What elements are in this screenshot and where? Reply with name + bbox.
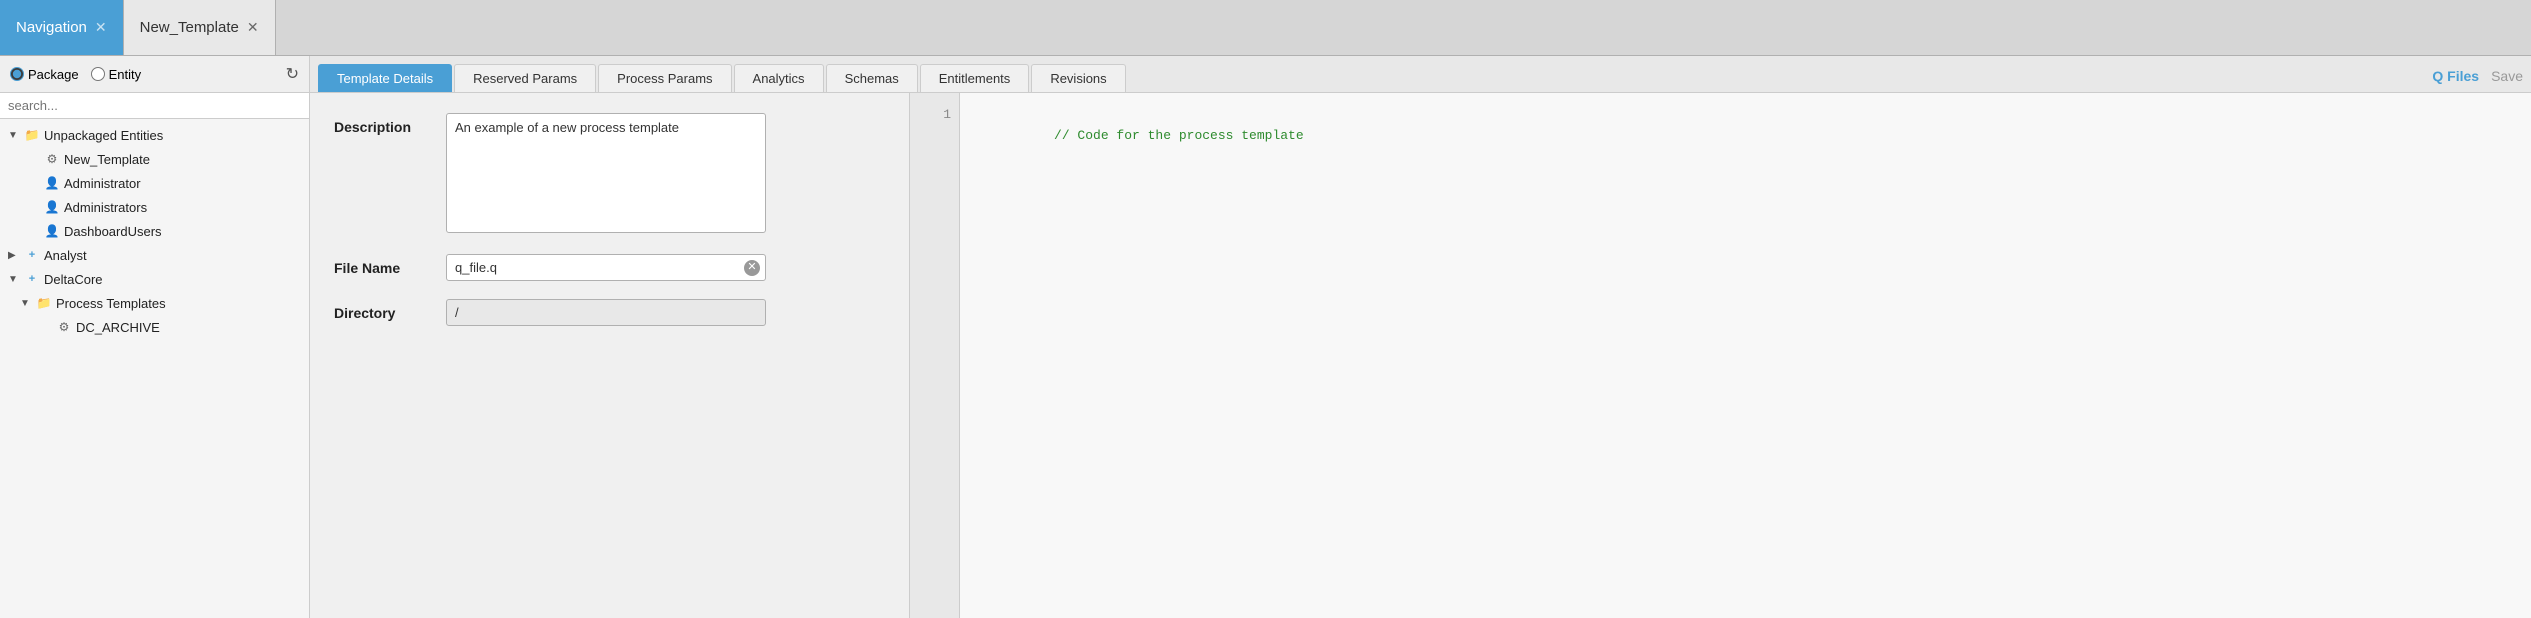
- radio-entity-label: Entity: [109, 67, 142, 82]
- tree-label-administrators: Administrators: [64, 200, 147, 215]
- sub-tab-analytics-label: Analytics: [753, 71, 805, 86]
- sidebar-controls: Package Entity ↻: [0, 56, 309, 93]
- gear-icon-new-template: ⚙: [44, 151, 60, 167]
- sub-tab-bar: Template Details Reserved Params Process…: [310, 56, 2531, 93]
- sub-tab-analytics[interactable]: Analytics: [734, 64, 824, 92]
- radio-package[interactable]: Package: [10, 67, 79, 82]
- folder-icon-unpackaged: 📁: [24, 127, 40, 143]
- radio-entity[interactable]: Entity: [91, 67, 142, 82]
- sub-tab-schemas-label: Schemas: [845, 71, 899, 86]
- template-form: Description An example of a new process …: [310, 93, 910, 618]
- tree-label-new-template: New_Template: [64, 152, 150, 167]
- filename-field-container: ✕: [446, 254, 766, 281]
- code-content[interactable]: // Code for the process template: [960, 93, 2531, 618]
- tree-item-dashboardusers[interactable]: 👤 DashboardUsers: [0, 219, 309, 243]
- arrow-unpackaged: ▼: [8, 130, 20, 141]
- tree-item-analyst[interactable]: ▶ + Analyst: [0, 243, 309, 267]
- right-panel: Template Details Reserved Params Process…: [310, 56, 2531, 618]
- sub-tab-entitlements[interactable]: Entitlements: [920, 64, 1030, 92]
- user-icon-administrator: 👤: [44, 175, 60, 191]
- form-row-filename: File Name ✕: [334, 254, 885, 281]
- right-actions: Q Files Save: [2432, 64, 2523, 92]
- main-layout: Package Entity ↻ ▼ 📁 Unpackaged Entities…: [0, 56, 2531, 618]
- sub-tab-revisions-label: Revisions: [1050, 71, 1106, 86]
- sidebar: Package Entity ↻ ▼ 📁 Unpackaged Entities…: [0, 56, 310, 618]
- directory-input[interactable]: [446, 299, 766, 326]
- folder-icon-process-templates: 📁: [36, 295, 52, 311]
- directory-label: Directory: [334, 299, 434, 321]
- description-textarea[interactable]: An example of a new process template: [446, 113, 766, 233]
- search-input[interactable]: [8, 98, 301, 113]
- tree-item-administrator[interactable]: 👤 Administrator: [0, 171, 309, 195]
- filename-label: File Name: [334, 254, 434, 276]
- content-area: Description An example of a new process …: [310, 93, 2531, 618]
- filename-clear-button[interactable]: ✕: [744, 260, 760, 276]
- sub-tab-reserved-params-label: Reserved Params: [473, 71, 577, 86]
- tree-item-administrators[interactable]: 👤 Administrators: [0, 195, 309, 219]
- sub-tab-revisions[interactable]: Revisions: [1031, 64, 1125, 92]
- tree-view: ▼ 📁 Unpackaged Entities ⚙ New_Template 👤…: [0, 119, 309, 618]
- tree-label-process-templates: Process Templates: [56, 296, 166, 311]
- tab-navigation[interactable]: Navigation ✕: [0, 0, 124, 55]
- form-row-directory: Directory: [334, 299, 885, 326]
- tab-navigation-close[interactable]: ✕: [95, 19, 107, 36]
- radio-package-input[interactable]: [10, 67, 24, 81]
- sub-tab-template-details-label: Template Details: [337, 71, 433, 86]
- tree-label-dashboardusers: DashboardUsers: [64, 224, 162, 239]
- arrow-process-templates: ▼: [20, 298, 32, 309]
- radio-group: Package Entity: [10, 67, 141, 82]
- sub-tab-entitlements-label: Entitlements: [939, 71, 1011, 86]
- tab-bar: Navigation ✕ New_Template ✕: [0, 0, 2531, 56]
- line-number-1: 1: [918, 105, 951, 126]
- gear-icon-dc-archive: ⚙: [56, 319, 72, 335]
- description-label: Description: [334, 113, 434, 135]
- code-comment-line1: // Code for the process template: [1054, 128, 1304, 143]
- description-input-wrap: An example of a new process template: [446, 113, 885, 236]
- tree-label-administrator: Administrator: [64, 176, 141, 191]
- tab-new-template-close[interactable]: ✕: [247, 19, 259, 36]
- form-row-description: Description An example of a new process …: [334, 113, 885, 236]
- tree-label-deltacore: DeltaCore: [44, 272, 103, 287]
- sub-tab-reserved-params[interactable]: Reserved Params: [454, 64, 596, 92]
- plus-icon-deltacore: +: [24, 271, 40, 287]
- sub-tab-template-details[interactable]: Template Details: [318, 64, 452, 92]
- arrow-deltacore: ▼: [8, 274, 20, 285]
- tree-item-unpackaged[interactable]: ▼ 📁 Unpackaged Entities: [0, 123, 309, 147]
- tree-item-process-templates[interactable]: ▼ 📁 Process Templates: [0, 291, 309, 315]
- tab-new-template[interactable]: New_Template ✕: [124, 0, 276, 55]
- tree-label-analyst: Analyst: [44, 248, 87, 263]
- tree-item-deltacore[interactable]: ▼ + DeltaCore: [0, 267, 309, 291]
- q-files-button[interactable]: Q Files: [2432, 68, 2479, 84]
- radio-entity-input[interactable]: [91, 67, 105, 81]
- radio-package-label: Package: [28, 67, 79, 82]
- line-numbers: 1: [910, 93, 960, 618]
- directory-input-wrap: [446, 299, 885, 326]
- search-bar: [0, 93, 309, 119]
- sub-tab-process-params[interactable]: Process Params: [598, 64, 731, 92]
- user-icon-dashboardusers: 👤: [44, 223, 60, 239]
- tree-item-new-template[interactable]: ⚙ New_Template: [0, 147, 309, 171]
- sub-tab-schemas[interactable]: Schemas: [826, 64, 918, 92]
- filename-input-wrap: ✕: [446, 254, 885, 281]
- plus-icon-analyst: +: [24, 247, 40, 263]
- tree-label-dc-archive: DC_ARCHIVE: [76, 320, 160, 335]
- user-icon-administrators: 👤: [44, 199, 60, 215]
- tree-label-unpackaged: Unpackaged Entities: [44, 128, 163, 143]
- refresh-button[interactable]: ↻: [286, 64, 299, 84]
- save-button[interactable]: Save: [2491, 68, 2523, 84]
- code-editor: 1 // Code for the process template: [910, 93, 2531, 618]
- tab-navigation-label: Navigation: [16, 19, 87, 36]
- tree-item-dc-archive[interactable]: ⚙ DC_ARCHIVE: [0, 315, 309, 339]
- arrow-analyst: ▶: [8, 250, 20, 261]
- tab-new-template-label: New_Template: [140, 19, 239, 36]
- sub-tab-process-params-label: Process Params: [617, 71, 712, 86]
- filename-input[interactable]: [446, 254, 766, 281]
